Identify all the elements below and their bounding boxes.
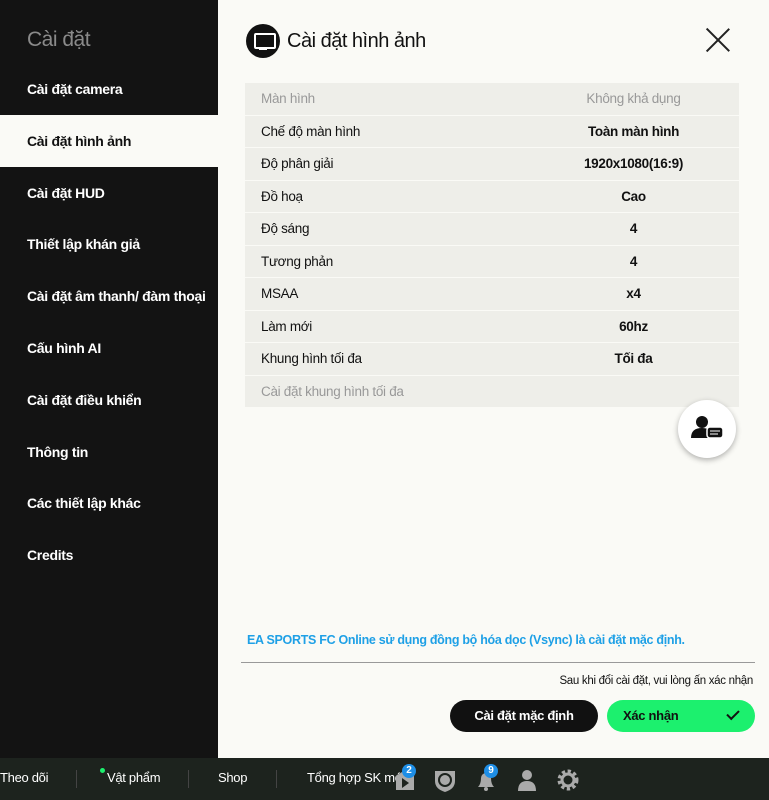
divider: [241, 662, 755, 663]
setting-row[interactable]: Khung hình tối đa Tối đa: [245, 343, 739, 376]
sidebar-item[interactable]: Cài đặt âm thanh/ đàm thoại: [0, 270, 218, 322]
confirm-label: Xác nhận: [623, 708, 679, 723]
setting-value: 60hz: [619, 318, 648, 334]
setting-row[interactable]: Độ phân giải 1920x1080(16:9): [245, 148, 739, 181]
setting-label: Màn hình: [261, 91, 315, 107]
events-badge: 2: [402, 764, 416, 778]
setting-row[interactable]: Độ sáng 4: [245, 213, 739, 246]
page-title: Cài đặt hình ảnh: [287, 30, 426, 52]
setting-row[interactable]: Đồ hoạ Cao: [245, 180, 739, 213]
setting-label: Độ phân giải: [261, 156, 334, 172]
setting-label: Cài đặt khung hình tối đa: [261, 383, 404, 399]
club-shield-icon[interactable]: [433, 768, 457, 792]
sidebar-item[interactable]: Các thiết lập khác: [0, 477, 218, 529]
setting-value: x4: [626, 286, 641, 302]
settings-panel: Cài đặt hình ảnh Màn hình Không khả dụng C…: [218, 0, 769, 758]
bottom-bar: Theo dõi Vật phẩm Shop Tổng hợp SK mới 2…: [0, 758, 769, 800]
gear-icon[interactable]: [556, 768, 580, 792]
setting-row[interactable]: Chế độ màn hình Toàn màn hình: [245, 115, 739, 148]
setting-row: Màn hình Không khả dụng: [245, 83, 739, 116]
sidebar-item[interactable]: Cấu hình AI: [0, 322, 218, 374]
close-button[interactable]: [704, 26, 732, 54]
confirm-hint: Sau khi đổi cài đặt, vui lòng ấn xác nhậ…: [559, 675, 753, 687]
items-link[interactable]: Vật phẩm: [107, 770, 161, 785]
setting-value: Tối đa: [614, 351, 653, 367]
sidebar-item[interactable]: Cài đặt điều khiển: [0, 374, 218, 426]
shop-link[interactable]: Shop: [218, 770, 247, 785]
sidebar-item[interactable]: Cài đặt camera: [0, 63, 218, 115]
setting-label: Đồ hoạ: [261, 188, 303, 204]
setting-value: 1920x1080(16:9): [583, 156, 684, 172]
setting-value: Toàn màn hình: [587, 123, 680, 139]
setting-label: Tương phản: [261, 253, 333, 269]
support-chat-button[interactable]: [678, 400, 736, 458]
divider: [188, 770, 189, 788]
new-dot: [100, 768, 105, 773]
notifications-badge: 9: [484, 764, 498, 778]
follow-link[interactable]: Theo dõi: [0, 770, 49, 785]
divider: [276, 770, 277, 788]
setting-value: 4: [629, 253, 638, 269]
profile-icon[interactable]: [515, 768, 539, 792]
confirm-button[interactable]: Xác nhận: [607, 700, 755, 732]
sidebar-item[interactable]: Thông tin: [0, 426, 218, 478]
events-link[interactable]: Tổng hợp SK mới: [307, 770, 406, 785]
setting-label: Khung hình tối đa: [261, 351, 362, 367]
sidebar-title: Cài đặt: [27, 28, 91, 51]
user-chat-icon: [691, 416, 724, 439]
sidebar: Cài đặt Cài đặt camera Cài đặt hình ảnh Cà…: [0, 0, 218, 758]
monitor-icon: [246, 24, 280, 58]
sidebar-item[interactable]: Cài đặt hình ảnh: [0, 114, 218, 167]
vsync-note: EA SPORTS FC Online sử dụng đồng bộ hóa …: [247, 633, 685, 647]
sidebar-item[interactable]: Thiết lập khán giả: [0, 218, 218, 270]
sidebar-item[interactable]: Credits: [0, 529, 218, 581]
setting-label: MSAA: [261, 286, 299, 302]
setting-label: Độ sáng: [261, 221, 310, 237]
divider: [76, 770, 77, 788]
setting-row: Cài đặt khung hình tối đa: [245, 375, 739, 408]
setting-value: Không khả dụng: [586, 91, 681, 107]
settings-table: Màn hình Không khả dụng Chế độ màn hình Toà…: [245, 83, 739, 408]
setting-row[interactable]: MSAA x4: [245, 278, 739, 311]
setting-label: Chế độ màn hình: [261, 123, 361, 139]
setting-value: 4: [629, 221, 638, 237]
setting-value: Cao: [621, 188, 646, 204]
default-settings-button[interactable]: Cài đặt mặc định: [450, 700, 598, 732]
setting-label: Làm mới: [261, 318, 313, 334]
setting-row[interactable]: Tương phản 4: [245, 245, 739, 278]
sidebar-item[interactable]: Cài đặt HUD: [0, 167, 218, 219]
check-icon: [726, 706, 740, 721]
setting-row[interactable]: Làm mới 60hz: [245, 310, 739, 343]
